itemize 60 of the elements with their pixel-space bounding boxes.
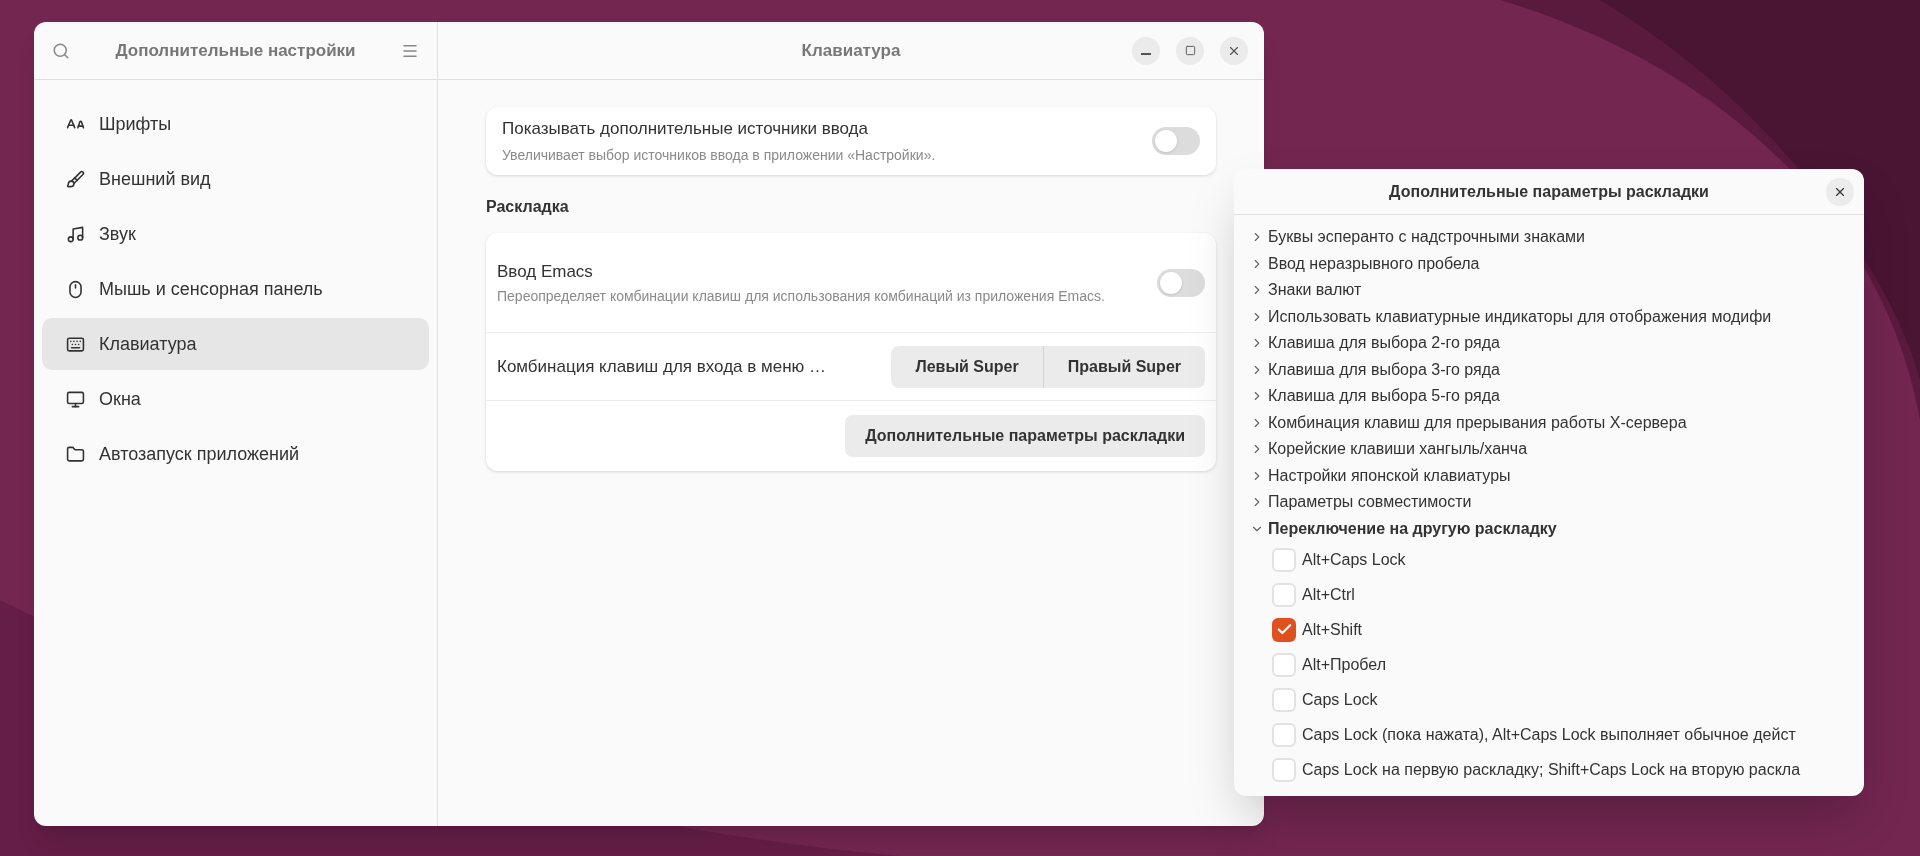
sidebar-title: Дополнительные настройки — [114, 39, 357, 62]
option-label: Caps Lock (пока нажата), Alt+Caps Lock выполняет обычное дейст — [1302, 724, 1796, 745]
checkbox[interactable] — [1272, 547, 1296, 572]
option-label: Alt+Пробел — [1302, 654, 1386, 675]
setting-description: Переопределяет комбинации клавиш для использования комбинаций из приложения Emacs. — [497, 287, 1106, 307]
keyboard-icon — [66, 334, 85, 354]
segment-button[interactable]: Левый Super — [891, 345, 1043, 388]
checkbox[interactable] — [1272, 757, 1296, 782]
monitor-icon — [66, 389, 85, 409]
toggle-switch[interactable] — [1152, 127, 1200, 155]
option-label: Caps Lock на первую раскладку; Shift+Caps Lock на вторую раскла — [1302, 759, 1801, 780]
option-group[interactable]: Настройки японской клавиатуры — [1250, 462, 1864, 489]
sidebar-item[interactable]: Окна — [42, 373, 429, 425]
minimize-button[interactable] — [1132, 36, 1160, 65]
checkbox[interactable] — [1272, 617, 1296, 642]
close-button[interactable] — [1220, 36, 1248, 65]
folder-icon — [66, 444, 85, 464]
mouse-icon — [66, 279, 85, 299]
toggle-switch[interactable] — [1157, 268, 1205, 297]
music-note-icon — [66, 224, 85, 244]
sidebar-item[interactable]: Шрифты — [42, 98, 429, 150]
option-group[interactable]: Корейские клавиши хангыль/ханча — [1250, 436, 1864, 463]
option-label: Caps Lock — [1302, 689, 1378, 710]
sidebar-item[interactable]: Клавиатура — [42, 318, 429, 370]
setting-label: Комбинация клавиш для входа в меню … — [497, 355, 828, 378]
setting-description: Увеличивает выбор источников ввода в приложении «Настройки». — [502, 145, 937, 165]
sidebar-item[interactable]: Мышь и сенсорная панель — [42, 263, 429, 315]
layout-options-button[interactable]: Дополнительные параметры раскладки — [845, 415, 1205, 457]
option-label: Alt+Ctrl — [1302, 584, 1355, 605]
maximize-button[interactable] — [1176, 36, 1204, 65]
section-heading: Раскладка — [486, 197, 570, 217]
option-group[interactable]: Переключение на другую раскладку — [1250, 515, 1864, 542]
option-group[interactable]: Ввод неразрывного пробела — [1250, 250, 1864, 277]
option-group[interactable]: Клавиша для выбора 5-го ряда — [1250, 383, 1864, 410]
segment-button[interactable]: Правый Super — [1042, 345, 1205, 388]
sidebar-item[interactable]: Внешний вид — [42, 153, 429, 205]
option-group[interactable]: Использовать клавиатурные индикаторы для отображения модифи — [1250, 303, 1864, 330]
option-label: Alt+Shift — [1302, 619, 1363, 640]
dialog-title: Дополнительные параметры раскладки — [1388, 181, 1710, 202]
minus-icon — [1141, 52, 1151, 55]
option-group[interactable]: Комбинация клавиш для прерывания работы X-сервера — [1250, 409, 1864, 436]
square-icon — [1184, 45, 1196, 56]
option-group[interactable]: Знаки валют — [1250, 277, 1864, 304]
option-group[interactable]: Клавиша для выбора 3-го ряда — [1250, 356, 1864, 383]
setting-label: Ввод Emacs — [497, 260, 594, 283]
checkbox[interactable] — [1272, 652, 1296, 677]
window-title: Клавиатура — [801, 39, 901, 62]
sidebar-item[interactable]: Звук — [42, 208, 429, 260]
option-group[interactable]: Параметры совместимости — [1250, 489, 1864, 516]
option-group[interactable]: Клавиша для выбора 2-го ряда — [1250, 330, 1864, 357]
option-group[interactable]: Буквы эсперанто с надстрочными знаками — [1250, 224, 1864, 251]
checkbox[interactable] — [1272, 582, 1296, 607]
setting-label: Показывать дополнительные источники ввода — [502, 118, 869, 141]
checkbox[interactable] — [1272, 722, 1296, 747]
search-icon[interactable] — [52, 41, 70, 60]
close-button[interactable] — [1826, 177, 1854, 206]
option-label: Alt+Caps Lock — [1302, 549, 1406, 570]
sidebar-item[interactable]: Автозапуск приложений — [42, 428, 429, 480]
checkbox[interactable] — [1272, 687, 1296, 712]
brush-icon — [66, 169, 85, 189]
